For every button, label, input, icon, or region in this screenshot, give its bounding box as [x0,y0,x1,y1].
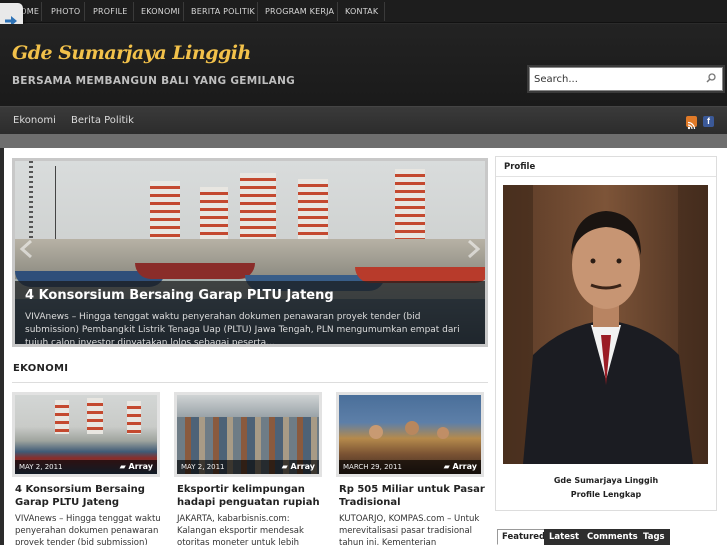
post-excerpt: VIVAnews – Hingga tenggat waktu penyerah… [15,514,161,545]
post-date: MAY 2, 2011 [19,463,63,471]
person [405,421,419,435]
boat-hull [135,263,255,279]
chimney [200,187,228,241]
nav-berita-politik[interactable]: BERITA POLITIK [191,0,255,23]
site-tagline: BERSAMA MEMBANGUN BALI YANG GEMILANG [12,75,296,87]
rss-icon[interactable] [686,116,697,130]
top-navigation: HOME PHOTO PROFILE EKONOMI BERITA POLITI… [0,0,727,23]
profile-link[interactable]: Profile Lengkap [496,490,716,499]
slider-prev-icon[interactable] [19,239,35,259]
featured-slider[interactable]: 4 Konsorsium Bersaing Garap PLTU Jateng … [12,158,488,347]
post-excerpt: KUTOARJO, KOMPAS.com – Untuk merevitalis… [339,514,480,545]
chimney [55,400,69,434]
site-title[interactable]: Gde Sumarjaya Linggih [12,42,251,64]
chimney [87,398,103,434]
chimney [395,169,425,241]
chimney [150,181,180,241]
widget-title: Profile [504,162,536,172]
profile-photo[interactable] [503,185,708,464]
nav-separator [41,2,42,21]
profile-widget: Profile Gde Sumarjaya Linggih Profile Le… [495,156,717,511]
sidebar: Profile Gde Sumarjaya Linggih Profile Le… [495,156,721,545]
nav-separator [133,2,134,21]
transmission-line [55,166,56,241]
post-meta: MARCH 29, 2011 ▰ Array [339,460,481,474]
nav-profile[interactable]: PROFILE [93,0,128,23]
chimney [127,401,141,434]
category-navigation: Ekonomi Berita Politik f [0,106,727,134]
tab-tags[interactable]: Tags [638,529,670,545]
post-meta: MAY 2, 2011 ▰ Array [15,460,157,474]
search-box [529,67,723,91]
sidebar-tabs: Featured Latest Comments Tags [495,529,721,545]
profile-name: Gde Sumarjaya Linggih [553,476,659,485]
section-divider [12,382,488,383]
nav-kontak[interactable]: KONTAK [345,0,378,23]
slide-excerpt: VIVAnews – Hingga tenggat waktu penyerah… [25,312,460,347]
person [437,427,449,439]
comment-count-label: Array [128,462,153,471]
site-header: Gde Sumarjaya Linggih BERSAMA MEMBANGUN … [0,24,727,106]
person [369,425,383,439]
sky [177,395,319,417]
post-excerpt: JAKARTA, kabarbisnis.com: Kalangan ekspo… [177,514,304,545]
post-title[interactable]: Rp 505 Miliar untuk Pasar Tradisional [339,483,485,509]
post-date: MARCH 29, 2011 [343,463,402,471]
nav-separator [337,2,338,21]
post-thumbnail[interactable]: MAY 2, 2011 ▰ Array [12,392,160,477]
category-berita-politik[interactable]: Berita Politik [71,115,134,126]
transmission-tower [29,161,33,241]
section-heading-ekonomi[interactable]: EKONOMI [13,363,68,374]
content-area: 4 Konsorsium Bersaing Garap PLTU Jateng … [4,148,727,545]
comment-count-label: Array [290,462,315,471]
search-icon[interactable] [706,73,716,83]
post-date: MAY 2, 2011 [181,463,225,471]
chimney [240,173,276,241]
slider-next-icon[interactable] [465,239,481,259]
nav-separator [384,2,385,21]
nav-photo[interactable]: PHOTO [51,0,80,23]
comment-count-label: Array [452,462,477,471]
category-ekonomi[interactable]: Ekonomi [13,115,56,126]
slide-title[interactable]: 4 Konsorsium Bersaing Garap PLTU Jateng [25,288,334,303]
nav-ekonomi[interactable]: EKONOMI [141,0,180,23]
nav-separator [84,2,85,21]
post-meta: MAY 2, 2011 ▰ Array [177,460,319,474]
post-thumbnail[interactable]: MARCH 29, 2011 ▰ Array [336,392,484,477]
facebook-icon[interactable]: f [703,116,714,127]
post-title[interactable]: Eksportir kelimpungan hadapi penguatan r… [177,483,323,509]
nav-separator [183,2,184,21]
comment-count[interactable]: ▰ Array [444,462,477,471]
widget-header: Profile [496,157,716,177]
tab-latest[interactable]: Latest [544,529,585,545]
header-divider [0,134,727,148]
nav-program-kerja[interactable]: PROGRAM KERJA [265,0,334,23]
main-column: 4 Konsorsium Bersaing Garap PLTU Jateng … [8,148,494,545]
nav-separator [257,2,258,21]
comment-count[interactable]: ▰ Array [282,462,315,471]
chimney [298,179,328,241]
search-input[interactable] [534,71,694,88]
post-title[interactable]: 4 Konsorsium Bersaing Garap PLTU Jateng [15,483,161,509]
comment-count[interactable]: ▰ Array [120,462,153,471]
post-thumbnail[interactable]: MAY 2, 2011 ▰ Array [174,392,322,477]
tab-featured[interactable]: Featured [497,529,551,545]
tab-comments[interactable]: Comments [582,529,643,545]
